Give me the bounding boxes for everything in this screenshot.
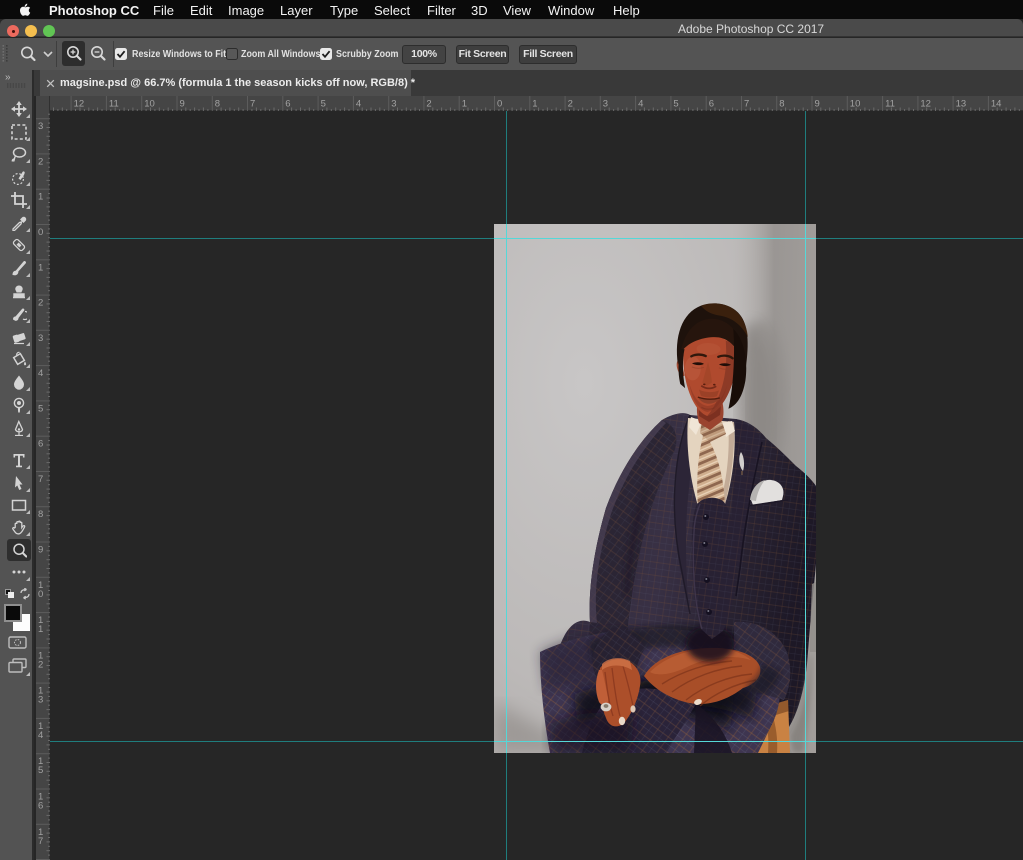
svg-text:11: 11 xyxy=(109,99,119,110)
svg-text:4: 4 xyxy=(638,99,643,110)
svg-text:2: 2 xyxy=(38,659,43,670)
svg-text:9: 9 xyxy=(180,99,185,110)
svg-text:8: 8 xyxy=(38,509,43,520)
svg-text:0: 0 xyxy=(497,99,502,110)
svg-text:12: 12 xyxy=(920,99,931,110)
svg-text:11: 11 xyxy=(885,99,895,110)
svg-text:3: 3 xyxy=(38,695,43,706)
svg-text:7: 7 xyxy=(38,836,43,847)
svg-text:1: 1 xyxy=(38,262,43,273)
svg-text:13: 13 xyxy=(956,99,967,110)
svg-text:3: 3 xyxy=(38,121,43,132)
svg-text:8: 8 xyxy=(779,99,784,110)
svg-text:4: 4 xyxy=(356,99,361,110)
svg-text:1: 1 xyxy=(462,99,467,110)
svg-text:8: 8 xyxy=(215,99,220,110)
svg-text:9: 9 xyxy=(815,99,820,110)
svg-text:1: 1 xyxy=(38,624,43,635)
svg-text:0: 0 xyxy=(38,589,43,600)
svg-text:6: 6 xyxy=(709,99,714,110)
svg-text:3: 3 xyxy=(38,333,43,344)
svg-text:4: 4 xyxy=(38,730,43,741)
svg-text:2: 2 xyxy=(38,156,43,167)
svg-text:1: 1 xyxy=(38,192,43,203)
svg-text:4: 4 xyxy=(38,368,43,379)
svg-text:7: 7 xyxy=(744,99,749,110)
svg-text:10: 10 xyxy=(144,99,155,110)
svg-text:14: 14 xyxy=(991,99,1002,110)
svg-text:6: 6 xyxy=(38,801,43,812)
svg-text:12: 12 xyxy=(74,99,85,110)
svg-text:2: 2 xyxy=(426,99,431,110)
svg-text:5: 5 xyxy=(321,99,326,110)
svg-text:7: 7 xyxy=(250,99,255,110)
svg-text:0: 0 xyxy=(38,227,43,238)
svg-text:3: 3 xyxy=(603,99,608,110)
svg-text:7: 7 xyxy=(38,474,43,485)
svg-text:6: 6 xyxy=(285,99,290,110)
svg-text:10: 10 xyxy=(850,99,861,110)
svg-text:2: 2 xyxy=(568,99,573,110)
svg-text:5: 5 xyxy=(38,765,43,776)
svg-text:3: 3 xyxy=(391,99,396,110)
svg-text:5: 5 xyxy=(38,403,43,414)
svg-text:1: 1 xyxy=(532,99,537,110)
svg-text:5: 5 xyxy=(673,99,678,110)
svg-text:2: 2 xyxy=(38,298,43,309)
svg-text:9: 9 xyxy=(38,545,43,556)
svg-text:6: 6 xyxy=(38,439,43,450)
